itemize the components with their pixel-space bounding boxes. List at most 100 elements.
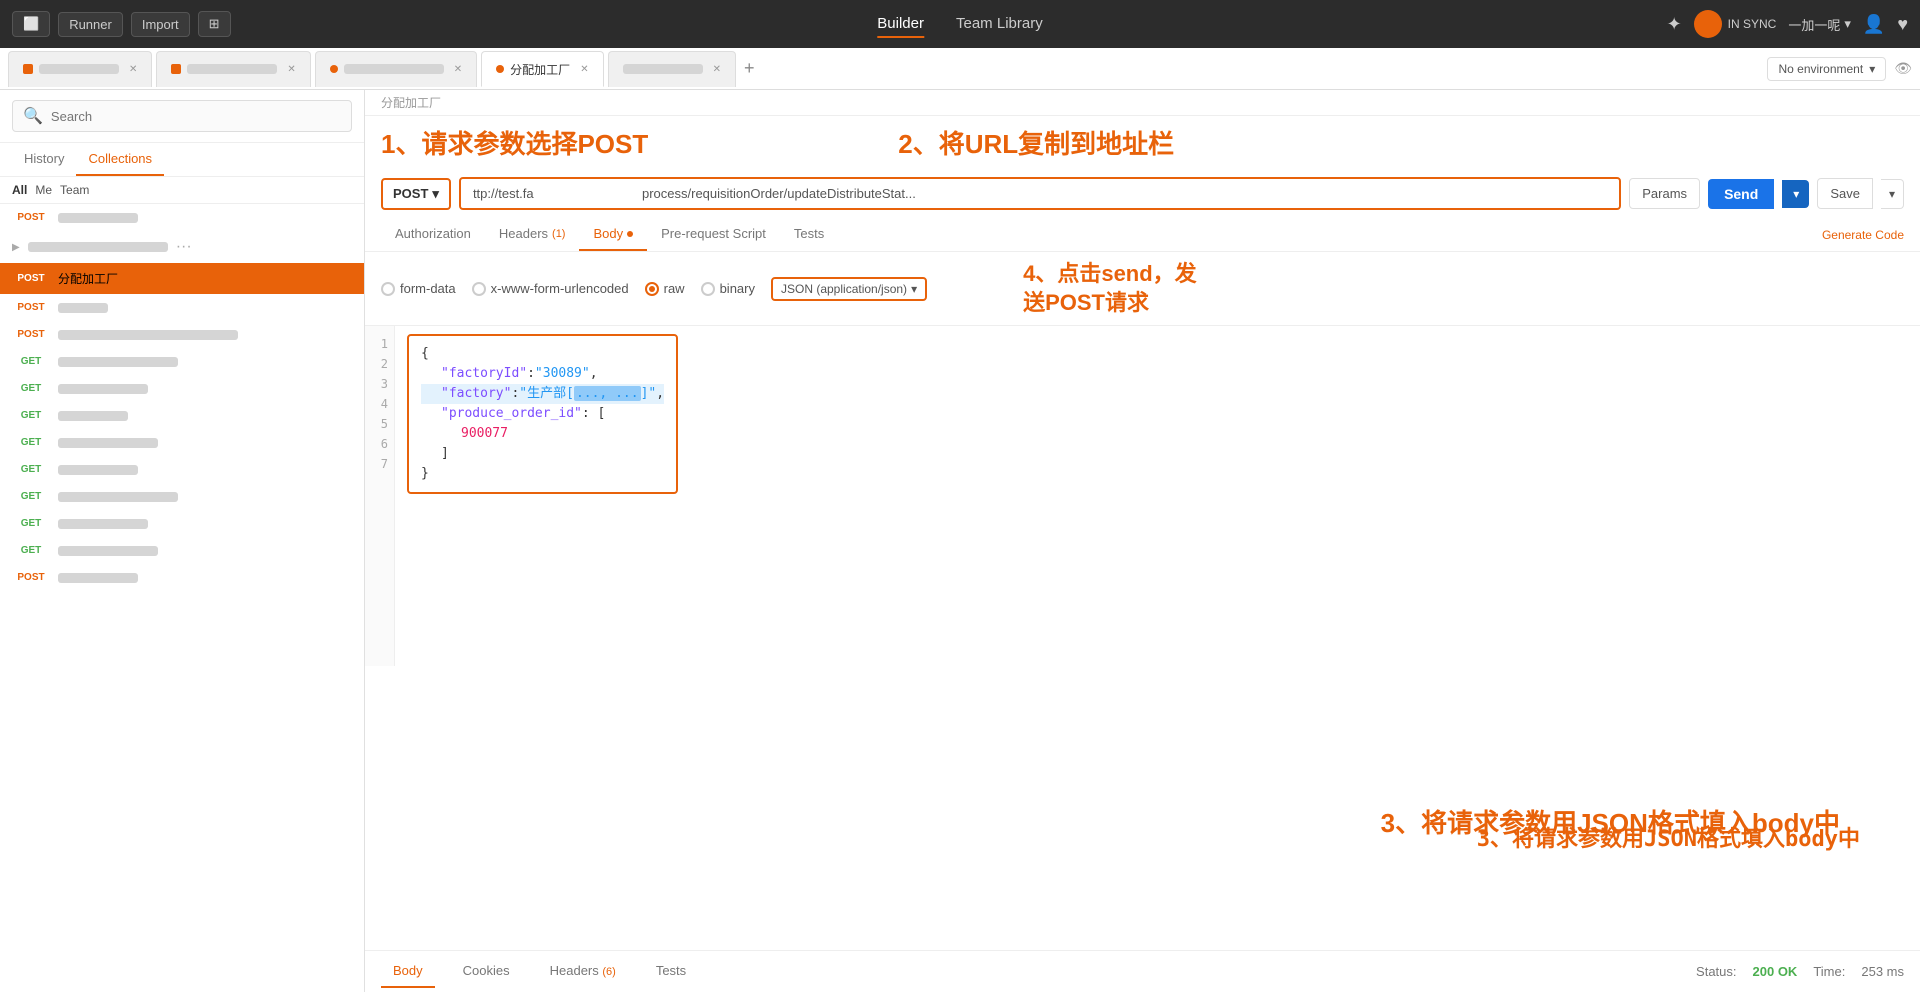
radio-raw: [645, 282, 659, 296]
list-item[interactable]: POST: [0, 294, 364, 321]
item-label: [58, 384, 148, 394]
search-bar: 🔍: [0, 90, 364, 143]
sidebar-tabs: History Collections: [0, 143, 364, 177]
url-input[interactable]: [461, 179, 1619, 208]
more-icon[interactable]: ···: [176, 238, 192, 256]
sidebar-toggle-button[interactable]: ⬜: [12, 11, 50, 37]
resp-tab-tests[interactable]: Tests: [644, 955, 698, 988]
tab-5[interactable]: ✕: [608, 51, 736, 87]
method-badge-post: POST: [12, 328, 50, 341]
method-badge-post-active: POST: [12, 272, 50, 285]
sidebar-tab-collections[interactable]: Collections: [76, 143, 164, 176]
save-button[interactable]: Save: [1817, 178, 1873, 209]
generate-code-link[interactable]: Generate Code: [1822, 228, 1904, 242]
list-item[interactable]: GET: [0, 375, 364, 402]
sidebar-tab-history[interactable]: History: [12, 143, 76, 176]
json-type-select[interactable]: JSON (application/json) ▾: [771, 277, 927, 301]
tab-4-close[interactable]: ✕: [580, 64, 588, 75]
filter-me[interactable]: Me: [35, 183, 52, 197]
body-option-form-data[interactable]: form-data: [381, 281, 456, 296]
tab-2-close[interactable]: ✕: [287, 64, 295, 75]
nav-right: ✦ IN SYNC 一加一呢 ▾ 👤 ♥: [1667, 10, 1908, 38]
item-label: [58, 492, 178, 502]
profile-icon[interactable]: 👤: [1863, 14, 1885, 35]
code-line-3: "factory": "生产部[..., ...]",: [421, 384, 664, 404]
tab-4-active[interactable]: 分配加工厂 ✕: [481, 51, 603, 87]
send-button[interactable]: Send: [1708, 179, 1774, 209]
method-select[interactable]: POST ▾: [381, 178, 451, 210]
url-input-wrap: [459, 177, 1621, 210]
tab-2[interactable]: ✕: [156, 51, 310, 87]
resp-tab-cookies[interactable]: Cookies: [451, 955, 522, 988]
list-item[interactable]: GET: [0, 429, 364, 456]
filter-team[interactable]: Team: [60, 183, 89, 197]
body-option-urlencoded[interactable]: x-www-form-urlencoded: [472, 281, 629, 296]
list-item[interactable]: GET: [0, 510, 364, 537]
runner-button[interactable]: Runner: [58, 12, 123, 37]
list-item[interactable]: GET: [0, 348, 364, 375]
filter-all[interactable]: All: [12, 183, 27, 197]
tab-prerequest[interactable]: Pre-request Script: [647, 218, 780, 251]
heart-icon[interactable]: ♥: [1897, 14, 1908, 35]
list-item[interactable]: POST: [0, 204, 364, 231]
tab-3-dot: [330, 65, 338, 73]
radio-binary: [701, 282, 715, 296]
method-badge-get: GET: [12, 517, 50, 530]
sidebar: 🔍 History Collections All Me Team POST ▶…: [0, 90, 365, 992]
chevron-down-icon: ▾: [1844, 16, 1851, 32]
line-numbers: 1234567: [365, 326, 395, 666]
eye-icon[interactable]: 👁: [1894, 60, 1912, 77]
env-dropdown-button[interactable]: No environment ▾: [1767, 57, 1886, 81]
list-item[interactable]: ▶ ···: [0, 231, 364, 263]
tab-1[interactable]: ✕: [8, 51, 152, 87]
list-item[interactable]: POST: [0, 321, 364, 348]
new-button[interactable]: ⊞: [198, 11, 231, 37]
list-item[interactable]: GET: [0, 537, 364, 564]
code-editor-section: 1234567 { "factoryId": "30089", "factory…: [365, 326, 1920, 950]
body-option-binary[interactable]: binary: [701, 281, 755, 296]
request-line: POST ▾ Params Send ▾ Save ▾: [365, 169, 1920, 218]
breadcrumb-text: 分配加工厂: [381, 96, 441, 110]
nav-tab-team-library[interactable]: Team Library: [956, 11, 1043, 38]
tab-2-label: [187, 64, 277, 74]
tab-authorization[interactable]: Authorization: [381, 218, 485, 251]
sync-indicator: IN SYNC: [1694, 10, 1777, 38]
body-option-raw[interactable]: raw: [645, 281, 685, 296]
env-label: No environment: [1778, 62, 1863, 76]
status-badge: 200 OK: [1753, 964, 1798, 979]
method-badge-get: GET: [12, 544, 50, 557]
list-item[interactable]: GET: [0, 402, 364, 429]
tab-tests[interactable]: Tests: [780, 218, 838, 251]
tab-5-close[interactable]: ✕: [713, 64, 721, 75]
params-button[interactable]: Params: [1629, 178, 1700, 209]
list-item[interactable]: GET: [0, 483, 364, 510]
save-dropdown-button[interactable]: ▾: [1881, 179, 1904, 209]
import-button[interactable]: Import: [131, 12, 190, 37]
environment-selector: No environment ▾ 👁: [1767, 57, 1912, 81]
radio-urlencoded: [472, 282, 486, 296]
form-data-label: form-data: [400, 281, 456, 296]
code-editor[interactable]: 1234567 { "factoryId": "30089", "factory…: [365, 326, 1920, 666]
code-content[interactable]: { "factoryId": "30089", "factory": "生产部[…: [395, 326, 1920, 666]
search-input[interactable]: [51, 109, 341, 124]
send-dropdown-button[interactable]: ▾: [1782, 180, 1809, 208]
list-item[interactable]: GET: [0, 456, 364, 483]
list-item-active[interactable]: POST 分配加工厂: [0, 263, 364, 294]
search-icon: 🔍: [23, 106, 43, 126]
tab-add-button[interactable]: +: [744, 58, 755, 79]
user-menu-button[interactable]: 一加一呢 ▾: [1788, 15, 1851, 34]
list-item[interactable]: POST: [0, 564, 364, 591]
resp-tab-body[interactable]: Body: [381, 955, 435, 988]
settings-icon[interactable]: ✦: [1667, 14, 1682, 35]
tab-3-close[interactable]: ✕: [454, 64, 462, 75]
user-label: 一加一呢: [1788, 15, 1840, 34]
tabs-bar: ✕ ✕ ✕ 分配加工厂 ✕ ✕ + No environment ▾ 👁: [0, 48, 1920, 90]
method-label: POST: [393, 186, 428, 201]
tab-3[interactable]: ✕: [315, 51, 477, 87]
json-body-box: { "factoryId": "30089", "factory": "生产部[…: [407, 334, 678, 494]
tab-1-close[interactable]: ✕: [129, 64, 137, 75]
nav-tab-builder[interactable]: Builder: [877, 11, 924, 38]
resp-tab-headers[interactable]: Headers (6): [538, 955, 628, 988]
tab-body[interactable]: Body: [579, 218, 647, 251]
tab-headers[interactable]: Headers (1): [485, 218, 580, 251]
